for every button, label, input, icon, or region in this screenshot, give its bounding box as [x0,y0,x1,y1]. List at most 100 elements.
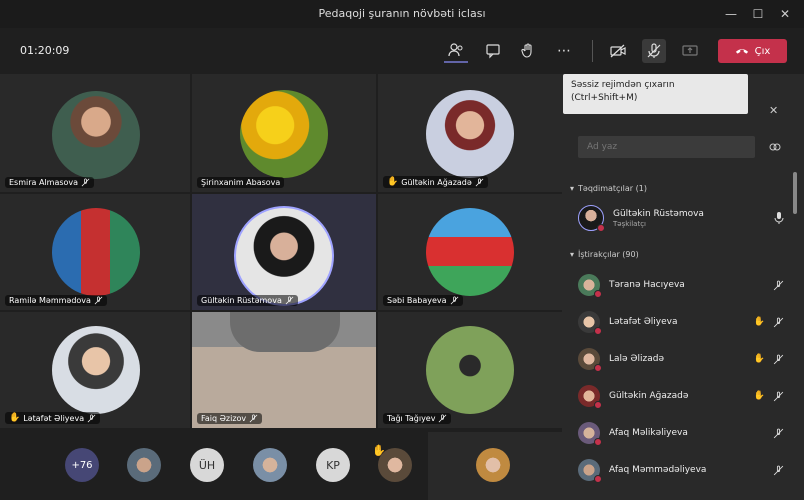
leave-button[interactable]: Çıx [718,39,787,63]
search-input[interactable] [578,136,755,158]
tooltip-shortcut: (Ctrl+Shift+M) [571,93,638,103]
participant-avatar[interactable] [127,448,161,482]
chat-button[interactable] [481,39,505,63]
participants-section-header[interactable]: ▾ İştirakçılar (90) [570,250,639,259]
participant-name: Lalə Əlizadə [609,354,665,364]
close-icon[interactable]: ✕ [774,4,796,24]
mic-icon [774,212,784,224]
minimize-icon[interactable]: — [720,4,742,24]
participant-photo [426,326,514,414]
name-tag: Ramilə Məmmədova [5,295,107,306]
mic-toggle-button[interactable] [642,39,666,63]
participant-name: Gültəkin Ağazadə [609,391,689,401]
participant-tile[interactable]: Esmira Almasova [0,74,190,192]
participant-photo [52,91,140,179]
meeting-toolbar: 01:20:09 ⋯ Çıx [0,28,804,74]
mic-off-icon [439,414,447,423]
self-view[interactable] [428,432,562,500]
status-dot [594,364,602,372]
name-tag: ✋ Lətafət Əliyeva [5,412,101,424]
more-options-icon[interactable]: ⋯ [552,39,576,63]
participant-video[interactable]: Faiq Əzizov [192,312,376,428]
link-icon[interactable] [769,141,781,153]
participant-tile[interactable]: Şirinxanim Abasova [192,74,376,192]
leave-label: Çıx [754,45,771,57]
mic-off-icon [773,280,784,290]
participant-row[interactable]: Afaq Məmmədəliyeva [578,455,784,485]
camera-toggle-button[interactable] [606,39,630,63]
mic-off-icon [773,428,784,438]
name-tag: Tağı Tağıyev [383,413,452,424]
participant-name: Səbi Babayeva [387,296,447,305]
hand-icon [521,43,532,58]
share-screen-button[interactable] [678,39,702,63]
avatar [578,459,602,483]
participant-row[interactable]: Təranə Hacıyeva [578,270,784,300]
maximize-icon[interactable]: ☐ [747,4,769,24]
presenter-info: Gültəkin Rüstəmova Təşkilatçı [613,209,774,228]
mic-off-icon [87,414,96,422]
participant-name: Afaq Məlikəliyeva [609,428,688,438]
participant-name: Afaq Məmmədəliyeva [609,465,707,475]
meeting-timer: 01:20:09 [20,44,70,57]
title-bar: Pedaqoji şuranın növbəti iclası — ☐ ✕ [0,0,804,28]
participant-photo [234,206,334,306]
participant-row[interactable]: Lalə Əlizadə ✋ [578,344,784,374]
presenter-row[interactable]: Gültəkin Rüstəmova Təşkilatçı [578,203,784,233]
mic-off-icon [94,296,103,305]
participant-avatar[interactable]: KP [316,448,350,482]
phone-hangup-icon [735,49,748,54]
mic-off-icon [773,317,784,327]
mic-off-icon [773,391,784,401]
participants-panel: ✕ ▾Təqdimatçılar (1) Gültəkin Rüstəmova … [562,74,804,500]
participant-tile[interactable]: Ramilə Məmmədova [0,194,190,310]
participant-row[interactable]: Lətafət Əliyeva ✋ [578,307,784,337]
mic-off-icon [647,43,661,58]
chat-icon [486,44,500,59]
chevron-down-icon: ▾ [570,250,575,259]
participant-photo [426,208,514,296]
status-dot [594,475,602,483]
raise-hand-button[interactable] [516,39,540,63]
participant-tile[interactable]: Səbi Babayeva [378,194,562,310]
participant-tile-active-speaker[interactable]: Gültəkin Rüstəmova [192,194,376,310]
participant-name: Gültəkin Ağazadə [401,177,472,187]
participant-photo [52,208,140,296]
participant-tile[interactable]: ✋ Lətafət Əliyeva [0,312,190,428]
mic-off-icon [773,354,784,364]
participant-avatar[interactable] [253,448,287,482]
participants-button[interactable] [444,39,468,63]
status-dot [594,290,602,298]
participant-photo [240,90,328,178]
participant-name: Lətafət Əliyeva [23,413,85,423]
name-tag: Şirinxanim Abasova [197,177,285,188]
participant-row[interactable]: Afaq Məlikəliyeva [578,418,784,448]
participant-row[interactable]: Gültəkin Ağazadə ✋ [578,381,784,411]
avatar [578,385,602,409]
participant-tile[interactable]: ✋ Gültəkin Ağazadə [378,74,562,192]
participant-name: Ramilə Məmmədova [9,296,91,305]
participant-name: Esmira Almasova [9,178,79,187]
panel-scrollbar[interactable] [793,172,797,214]
raised-hand-icon: ✋ [372,444,386,457]
status-dot [594,438,602,446]
close-panel-icon[interactable]: ✕ [769,104,778,117]
participant-avatar[interactable]: ÜH [190,448,224,482]
overflow-participants-strip: +76 ÜH KP ✋ [0,432,562,500]
raised-hand-icon: ✋ [753,317,765,327]
status-dot [597,224,605,232]
participant-name: Faiq Əzizov [201,414,247,423]
camera-off-icon [610,44,626,58]
tooltip-text: Səssiz rejimdən çıxarın [571,80,675,90]
status-dot [594,327,602,335]
raised-hand-icon: ✋ [9,413,21,423]
participant-name: Lətafət Əliyeva [609,317,678,327]
more-participants-button[interactable]: +76 [65,448,99,482]
participant-tile[interactable]: Tağı Tağıyev [378,312,562,428]
participant-name: Şirinxanim Abasova [201,178,281,187]
name-tag: ✋ Gültəkin Ağazadə [383,176,488,188]
presenters-section-header[interactable]: ▾ Təqdimatçılar (1) [570,184,647,193]
participant-name: Təranə Hacıyeva [609,280,685,290]
avatar [578,205,605,232]
avatar [578,274,602,298]
